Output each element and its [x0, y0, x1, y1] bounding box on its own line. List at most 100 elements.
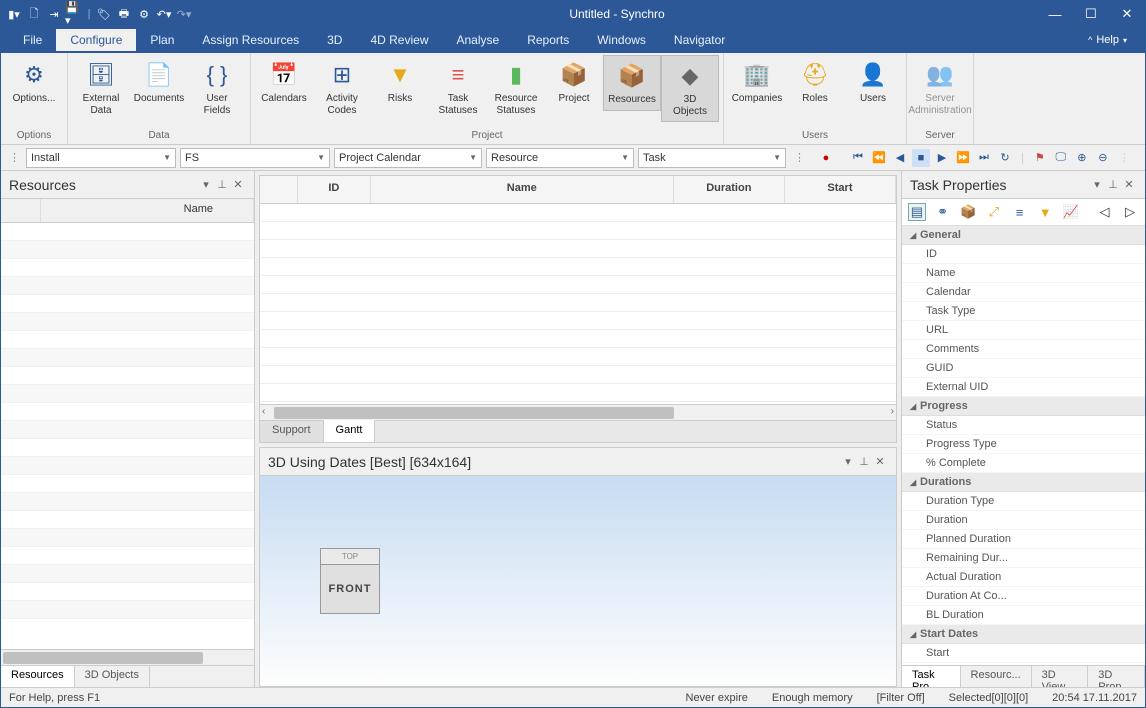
task-row[interactable]	[260, 348, 896, 366]
resource-row[interactable]	[1, 493, 254, 511]
prop-group-durations[interactable]: ◢Durations	[902, 473, 1145, 492]
prop-group-progress[interactable]: ◢Progress	[902, 397, 1145, 416]
ribbon-project-button[interactable]: 📦Project	[545, 55, 603, 109]
menu-assign-resources[interactable]: Assign Resources	[188, 29, 313, 51]
combo-install[interactable]: Install▼	[26, 148, 176, 168]
prop-group-start-dates[interactable]: ◢Start Dates	[902, 625, 1145, 644]
forward-icon[interactable]: ⏩	[954, 149, 972, 167]
minimize-button[interactable]: —	[1041, 5, 1069, 23]
flag-icon[interactable]: ⚑	[1031, 149, 1049, 167]
redo-icon[interactable]: ↷▾	[175, 5, 193, 23]
skip-end-icon[interactable]: ⏭	[975, 149, 993, 167]
menu-4d-review[interactable]: 4D Review	[356, 29, 442, 51]
prop-item[interactable]: Remaining Dur...	[902, 549, 1145, 568]
rewind-icon[interactable]: ⏪	[870, 149, 888, 167]
resource-row[interactable]	[1, 601, 254, 619]
prop-item[interactable]: GUID	[902, 359, 1145, 378]
resource-row[interactable]	[1, 277, 254, 295]
close-button[interactable]: ✕	[1113, 5, 1141, 23]
combo-task[interactable]: Task▼	[638, 148, 786, 168]
tab-support[interactable]: Support	[260, 421, 324, 442]
warning-icon[interactable]: ▼	[1036, 203, 1054, 221]
resource-row[interactable]	[1, 223, 254, 241]
prop-item[interactable]: Status	[902, 416, 1145, 435]
resource-row[interactable]	[1, 475, 254, 493]
ribbon-resources-button[interactable]: 📦Resources	[603, 55, 661, 111]
tab-3d-objects[interactable]: 3D Objects	[75, 666, 150, 687]
ribbon-calendars-button[interactable]: 📅Calendars	[255, 55, 313, 109]
details-icon[interactable]: ▤	[908, 203, 926, 221]
task-col-start[interactable]: Start	[785, 176, 896, 203]
prop-item[interactable]: BL Duration	[902, 606, 1145, 625]
task-col-id[interactable]: ID	[298, 176, 371, 203]
resource-row[interactable]	[1, 241, 254, 259]
prop-item[interactable]: Duration Type	[902, 492, 1145, 511]
screen-icon[interactable]: 🖵	[1052, 149, 1070, 167]
prop-item[interactable]: URL	[902, 321, 1145, 340]
prop-item[interactable]: ID	[902, 245, 1145, 264]
ribbon-documents-button[interactable]: 📄Documents	[130, 55, 188, 109]
tab-right-1[interactable]: Resourc...	[961, 666, 1032, 687]
link-icon[interactable]: ⚭	[934, 203, 952, 221]
prop-item[interactable]: Start	[902, 644, 1145, 663]
task-row[interactable]	[260, 204, 896, 222]
resource-row[interactable]	[1, 367, 254, 385]
ribbon-options-button[interactable]: ⚙Options...	[5, 55, 63, 109]
combo-resource[interactable]: Resource▼	[486, 148, 634, 168]
task-properties-tree[interactable]: ◢GeneralIDNameCalendarTask TypeURLCommen…	[902, 226, 1145, 665]
cube-front-face[interactable]: FRONT	[321, 565, 379, 613]
next-icon[interactable]: ▷	[1121, 203, 1139, 221]
ribbon-task-statuses-button[interactable]: ≡TaskStatuses	[429, 55, 487, 120]
task-col-name[interactable]: Name	[371, 176, 674, 203]
prop-item[interactable]: Comments	[902, 340, 1145, 359]
task-grid-body[interactable]	[260, 204, 896, 404]
view-cube[interactable]: TOP FRONT	[320, 548, 380, 614]
maximize-button[interactable]: ☐	[1077, 5, 1105, 23]
circle-down-icon[interactable]: ⊖	[1094, 149, 1112, 167]
resource-row[interactable]	[1, 547, 254, 565]
arrows-icon[interactable]: ⤢	[985, 203, 1003, 221]
resource-row[interactable]	[1, 583, 254, 601]
stop-icon[interactable]: ■	[912, 149, 930, 167]
import-icon[interactable]: ⇥	[45, 5, 63, 23]
loop-icon[interactable]: ↻	[996, 149, 1014, 167]
task-row[interactable]	[260, 294, 896, 312]
tab-right-3[interactable]: 3D Prop...	[1088, 666, 1145, 687]
pin-icon[interactable]: ⊥	[856, 455, 872, 468]
print-icon[interactable]: 🖶	[115, 5, 133, 23]
ribbon-external-data-button[interactable]: 🗄ExternalData	[72, 55, 130, 120]
resource-row[interactable]	[1, 457, 254, 475]
task-row[interactable]	[260, 384, 896, 402]
prop-item[interactable]: Calendar	[902, 283, 1145, 302]
ribbon-3d-objects-button[interactable]: ◆3DObjects	[661, 55, 719, 122]
tab-right-0[interactable]: Task Pro...	[902, 666, 961, 687]
combo-fs[interactable]: FS▼	[180, 148, 330, 168]
dropdown-icon[interactable]: ▾	[198, 178, 214, 191]
play-icon[interactable]: ▶	[933, 149, 951, 167]
ribbon-users-button[interactable]: 👤Users	[844, 55, 902, 109]
dropdown-icon[interactable]: ▾	[1089, 178, 1105, 191]
resource-row[interactable]	[1, 529, 254, 547]
pin-icon[interactable]: ⊥	[214, 178, 230, 191]
ribbon-companies-button[interactable]: 🏢Companies	[728, 55, 786, 109]
task-row[interactable]	[260, 312, 896, 330]
prop-item[interactable]: Task Type	[902, 302, 1145, 321]
menu-3d[interactable]: 3D	[313, 29, 356, 51]
cube-top-face[interactable]: TOP	[321, 549, 379, 565]
prop-item[interactable]: Progress Type	[902, 435, 1145, 454]
close-panel-icon[interactable]: ✕	[230, 178, 246, 191]
tab-right-2[interactable]: 3D View...	[1032, 666, 1089, 687]
resource-row[interactable]	[1, 421, 254, 439]
prop-item[interactable]: Actual Duration	[902, 568, 1145, 587]
tab-gantt[interactable]: Gantt	[324, 420, 376, 442]
ribbon-user-fields-button[interactable]: { }UserFields	[188, 55, 246, 120]
dropdown-icon[interactable]: ▾	[840, 455, 856, 468]
resource-row[interactable]	[1, 403, 254, 421]
play-back-icon[interactable]: ◀	[891, 149, 909, 167]
ribbon-risks-button[interactable]: ▼Risks	[371, 55, 429, 109]
menu-analyse[interactable]: Analyse	[443, 29, 514, 51]
task-row[interactable]	[260, 258, 896, 276]
record-icon[interactable]: ●	[817, 149, 835, 167]
menu-reports[interactable]: Reports	[513, 29, 583, 51]
open-icon[interactable]: 🗋	[25, 5, 43, 23]
